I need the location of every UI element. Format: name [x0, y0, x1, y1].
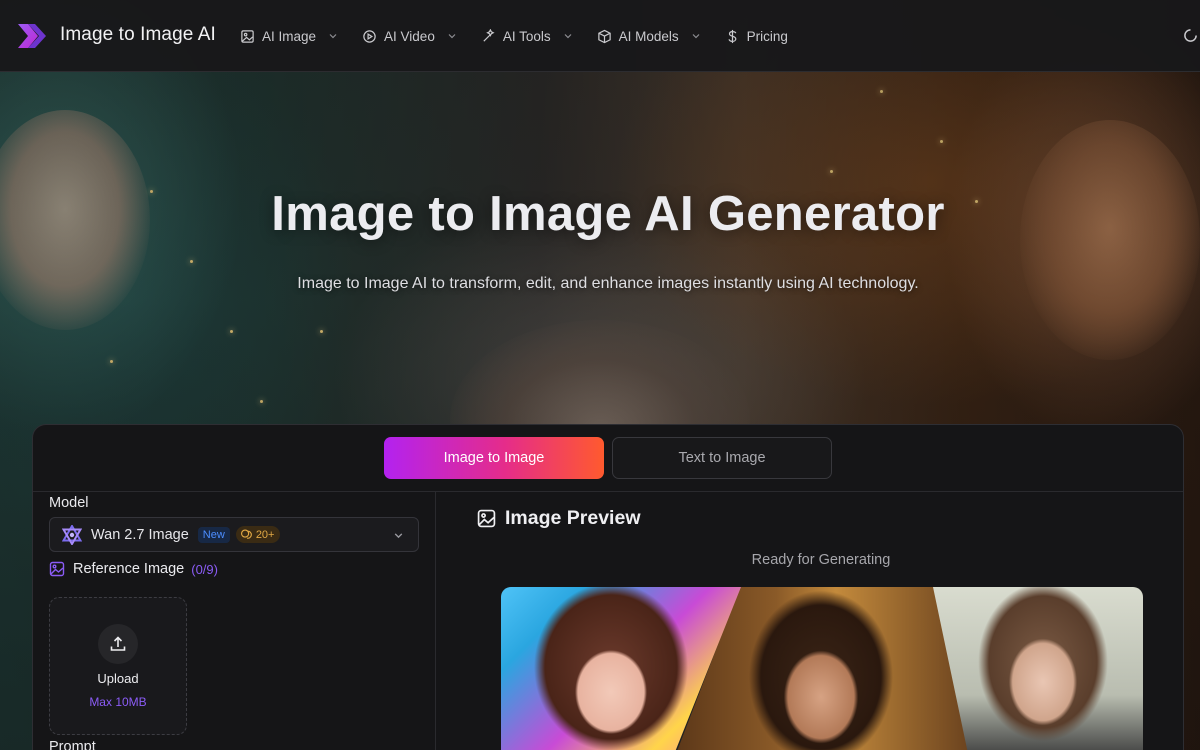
nav-item-pricing[interactable]: Pricing	[725, 16, 788, 56]
chevron-down-icon	[564, 34, 572, 39]
magic-wand-icon	[483, 28, 495, 42]
top-navbar: Image to Image AI AI Image AI Video AI T…	[0, 0, 1200, 72]
sample-portrait-realistic	[933, 587, 1143, 750]
nav-item-ai-image[interactable]: AI Image	[240, 16, 338, 56]
model-name: Wan 2.7 Image	[91, 526, 189, 543]
model-select[interactable]: Wan 2.7 Image New 20+	[49, 517, 419, 552]
image-icon	[49, 561, 65, 577]
nav-label-ai-tools: AI Tools	[502, 28, 551, 44]
image-icon	[477, 509, 496, 528]
loading-spinner-icon	[1184, 29, 1197, 42]
nav-label-ai-video: AI Video	[384, 28, 435, 44]
image-icon	[241, 29, 254, 43]
preview-title: Image Preview	[505, 507, 641, 529]
upload-icon	[110, 636, 126, 651]
cube-icon	[597, 29, 611, 43]
tab-text-to-image[interactable]: Text to Image	[612, 437, 832, 479]
preview-status: Ready for Generating	[751, 552, 891, 568]
chevron-down-icon	[692, 34, 700, 39]
wan-model-logo-icon	[62, 524, 82, 545]
model-label: Model	[49, 495, 89, 511]
prompt-label: Prompt	[49, 739, 96, 750]
new-badge: New	[197, 526, 230, 543]
nav-label-ai-models: AI Models	[618, 28, 679, 44]
credits-badge: 20+	[235, 526, 281, 543]
nav-label-pricing: Pricing	[746, 28, 788, 44]
coins-icon	[240, 529, 252, 539]
nav-item-ai-tools[interactable]: AI Tools	[481, 16, 573, 56]
preview-sample-image	[501, 587, 1143, 750]
chevron-down-icon	[394, 533, 403, 539]
upload-icon-wrap	[98, 624, 138, 664]
reference-image-row: Reference Image (0/9)	[49, 561, 218, 577]
column-divider	[435, 492, 436, 750]
chevron-down-icon	[329, 34, 337, 39]
brand-logo-icon[interactable]	[18, 24, 46, 48]
generator-panel: Image to Image Text to Image Model Wan 2…	[32, 424, 1184, 750]
brand-name[interactable]: Image to Image AI	[60, 24, 216, 46]
dollar-icon	[728, 29, 737, 43]
hero-subtitle: Image to Image AI to transform, edit, an…	[297, 275, 919, 292]
hero-title: Image to Image AI Generator	[271, 187, 945, 241]
reference-image-label: Reference Image	[73, 561, 185, 577]
tab-image-to-image[interactable]: Image to Image	[384, 437, 604, 479]
preview-header: Image Preview	[477, 507, 641, 530]
main-nav: AI Image AI Video AI Tools AI Models Pri…	[240, 0, 812, 72]
nav-label-ai-image: AI Image	[262, 28, 317, 44]
chevron-down-icon	[448, 34, 456, 39]
nav-item-ai-models[interactable]: AI Models	[597, 16, 701, 56]
panel-divider	[33, 491, 1183, 492]
nav-item-ai-video[interactable]: AI Video	[362, 16, 457, 56]
play-circle-icon	[363, 29, 376, 43]
credits-value: 20+	[255, 528, 275, 541]
reference-image-count: (0/9)	[191, 561, 218, 577]
upload-size-limit: Max 10MB	[89, 695, 147, 709]
upload-dropzone[interactable]: Upload Max 10MB	[49, 597, 187, 735]
upload-label: Upload	[97, 671, 139, 686]
